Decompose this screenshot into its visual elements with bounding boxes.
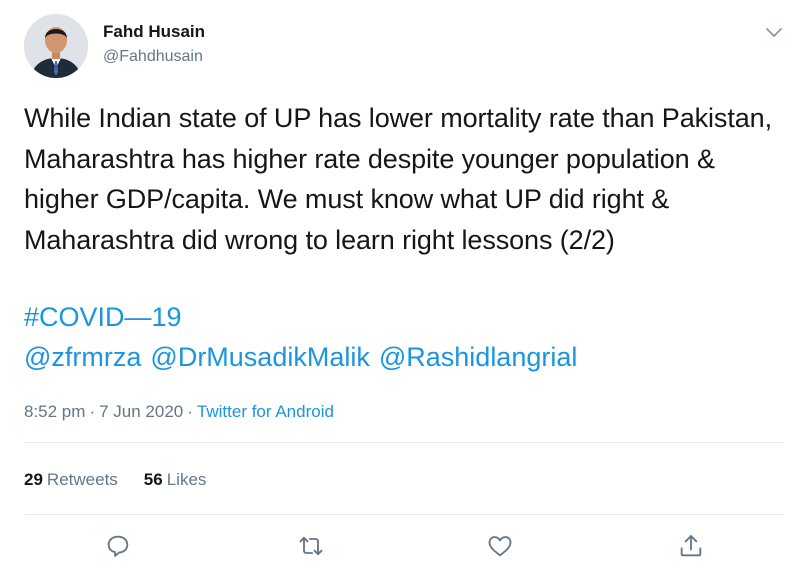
tweet-card: Fahd Husain @Fahdhusain While Indian sta… [0,0,800,582]
avatar[interactable] [24,14,88,78]
author-name[interactable]: Fahd Husain [103,22,205,42]
mention-link[interactable]: @zfrmrza [24,342,141,373]
heart-icon[interactable] [486,532,514,560]
tweet-time[interactable]: 8:52 pm [24,402,85,422]
tweet-text: While Indian state of UP has lower morta… [24,103,772,255]
tweet-stats: 29 Retweets 56 Likes [24,470,206,490]
likes-stat[interactable]: 56 Likes [144,470,207,490]
retweets-label: Retweets [46,470,118,489]
mention-link[interactable]: @Rashidlangrial [379,342,578,373]
likes-label: Likes [166,470,207,489]
retweets-count: 29 [24,470,43,489]
divider [24,442,784,443]
chevron-down-icon[interactable] [762,20,786,44]
divider [24,514,784,515]
avatar-image [24,14,88,78]
tweet-source-link[interactable]: Twitter for Android [197,402,334,422]
likes-count: 56 [143,470,163,489]
tweet-date[interactable]: 7 Jun 2020 [99,402,183,422]
action-bar [0,532,800,562]
retweet-icon[interactable] [297,532,325,560]
share-icon[interactable] [677,532,705,560]
meta-separator: · [89,402,96,421]
retweets-stat[interactable]: 29 Retweets [24,470,118,490]
mention-link[interactable]: @DrMusadikMalik [150,342,369,373]
author-handle[interactable]: @Fahdhusain [103,48,203,66]
meta-separator: · [187,402,193,421]
reply-icon[interactable] [104,532,132,560]
mentions: @zfrmrza @DrMusadikMalik @Rashidlangrial [24,342,577,373]
hashtag-link[interactable]: #COVID—19 [24,302,182,333]
tweet-meta: 8:52 pm · 7 Jun 2020 · Twitter for Andro… [24,402,334,422]
